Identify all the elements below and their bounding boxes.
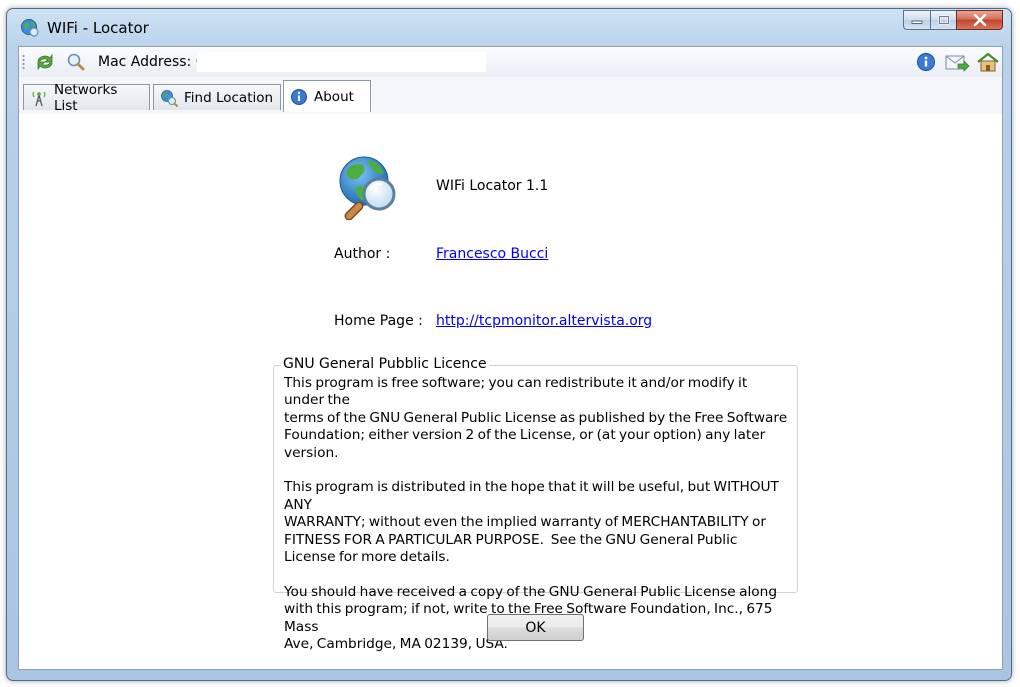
tab-label: Networks List [54,81,118,114]
search-icon[interactable] [66,52,86,72]
author-link[interactable]: Francesco Bucci [436,246,548,262]
toolbar-grip[interactable] [22,54,25,70]
tab-label: About [314,88,354,105]
title-bar[interactable]: WIFi - Locator [7,9,1011,47]
tab-strip: Networks List Find Location About [19,77,1002,144]
mail-icon[interactable] [944,52,970,72]
close-icon [973,14,986,26]
app-name: WIFi Locator 1.1 [436,178,549,194]
license-text: This program is free software; you can r… [284,375,788,653]
mac-address-input[interactable] [197,52,486,72]
app-window: WIFi - Locator Mac Address: 00- Networks… [6,8,1012,681]
maximize-button[interactable] [930,10,956,30]
homepage-link[interactable]: http://tcpmonitor.altervista.org [436,313,652,329]
close-button[interactable] [956,10,1003,30]
tab-about[interactable]: About [283,80,371,112]
home-icon[interactable] [976,52,1000,72]
globe-search-icon [161,89,178,107]
minimize-button[interactable] [903,10,930,30]
refresh-icon[interactable] [35,52,55,72]
client-area: Mac Address: 00- Networks List Find Loca… [18,46,1003,670]
tab-find-location[interactable]: Find Location [153,84,281,110]
ok-button[interactable]: OK [487,614,584,641]
maximize-icon [938,15,949,25]
author-label: Author : [334,246,391,262]
globe-icon [21,19,39,37]
tab-networks-list[interactable]: Networks List [23,82,150,114]
about-panel: WIFi Locator 1.1 Author : Francesco Bucc… [19,114,1002,669]
info-icon[interactable] [916,52,936,72]
license-group: GNU General Pubblic Licence This program… [273,356,798,652]
info-icon [291,88,307,105]
license-title: GNU General Pubblic Licence [281,356,489,372]
globe-magnifier-icon [339,156,396,220]
toolbar: Mac Address: 00- [19,47,1002,78]
window-title: WIFi - Locator [47,19,149,37]
antenna-icon [32,91,46,106]
tab-label: Find Location [184,89,274,106]
homepage-label: Home Page : [334,313,423,329]
minimize-icon [911,20,923,24]
